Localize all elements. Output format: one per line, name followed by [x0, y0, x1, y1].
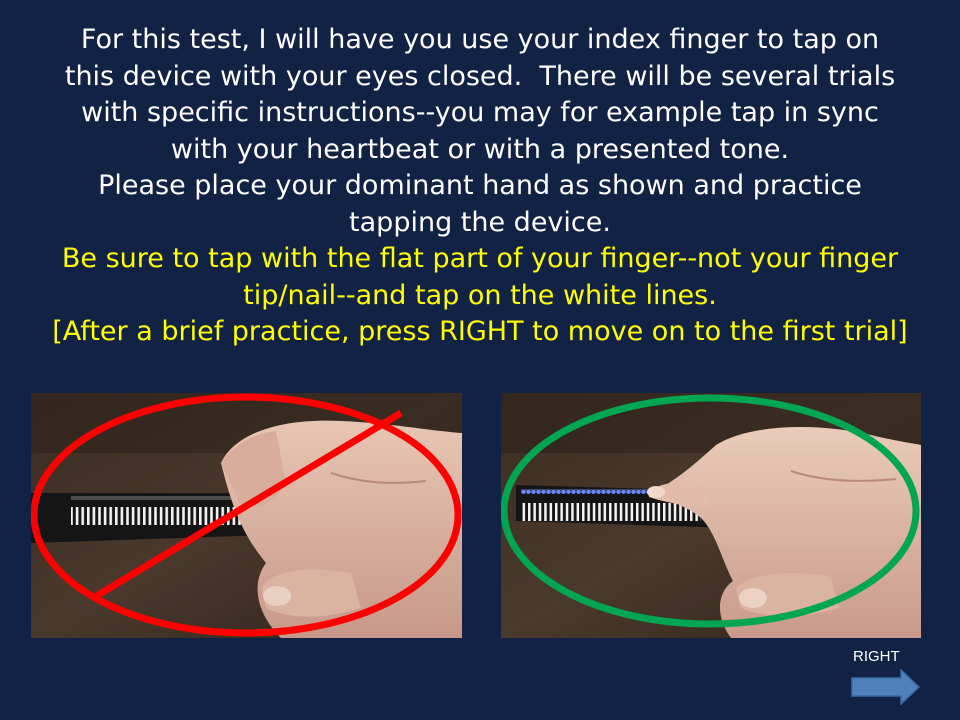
instruction-line-6: tapping the device.: [349, 206, 611, 238]
instruction-line-3: with specific instructions--you may for …: [81, 97, 879, 128]
instruction-line-2: this device with your eyes closed. There…: [64, 60, 896, 92]
warning-line-1: Be sure to tap with the flat part of you…: [61, 243, 899, 274]
correct-tap-photo: [501, 393, 921, 638]
warning-line-2: tip/nail--and tap on the white lines.: [243, 279, 717, 311]
instruction-line-4: with your heartbeat or with a presented …: [170, 133, 790, 165]
right-label: RIGHT: [853, 648, 900, 665]
warning-line-3: [After a brief practice, press RIGHT to …: [52, 316, 908, 347]
incorrect-tap-illustration: [31, 393, 462, 638]
instruction-line-1: For this test, I will have you use your …: [80, 24, 880, 55]
incorrect-tap-photo: [31, 393, 462, 638]
correct-tap-illustration: [501, 393, 921, 638]
instruction-line-5: Please place your dominant hand as shown…: [98, 170, 862, 201]
instructions-block: For this test, I will have you use your …: [0, 22, 960, 351]
right-arrow-icon[interactable]: [851, 669, 921, 705]
